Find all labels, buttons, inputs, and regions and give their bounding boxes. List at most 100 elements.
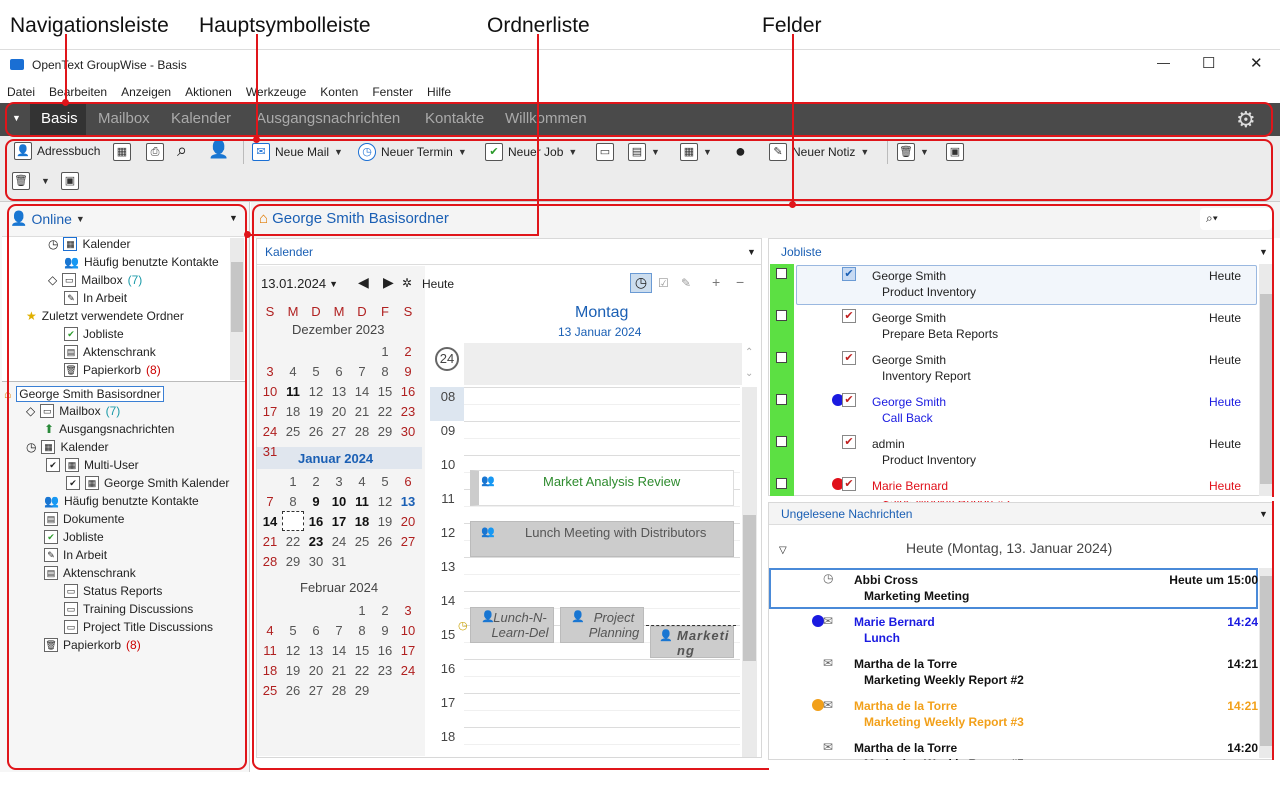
calendar-day[interactable]: 23 (397, 404, 419, 419)
home-folder[interactable]: ⌂ George Smith Basisordner (4, 386, 164, 402)
calendar-day[interactable]: 1 (282, 474, 304, 489)
checkbox-icon[interactable]: ✔ (66, 476, 80, 490)
search-icon[interactable]: ⌕ (177, 140, 187, 161)
calendar-day[interactable]: 21 (328, 663, 350, 678)
calendar-day[interactable]: 20 (328, 404, 350, 419)
calendar-day[interactable]: 11 (282, 384, 304, 399)
dayview-scrollbar[interactable] (742, 387, 757, 757)
menu-aktionen[interactable]: Aktionen (178, 81, 239, 99)
group-collapse-icon[interactable]: ▽ (779, 545, 787, 556)
print-icon[interactable]: ⎙ (146, 143, 164, 161)
appointment-lunch-n-learn[interactable]: 👤 Lunch-N-Learn-Del (470, 607, 554, 643)
calendar-day[interactable]: 21 (259, 534, 281, 549)
calendar-view-icon[interactable]: ▦ (113, 143, 131, 161)
unread-menu-icon[interactable]: ▼ (1259, 509, 1268, 519)
calendar-day[interactable]: 19 (282, 663, 304, 678)
calendar-day[interactable]: 27 (328, 424, 350, 439)
folder-item[interactable]: ⬆ Ausgangsnachrichten (44, 422, 174, 436)
calendar-day[interactable]: 26 (374, 534, 396, 549)
calendar-day[interactable]: 2 (397, 344, 419, 359)
nav-tab-ausgangsnachrichten[interactable]: Ausgangsnachrichten (256, 110, 400, 127)
calendar-day[interactable]: 2 (374, 603, 396, 618)
calendar-day[interactable]: 22 (374, 404, 396, 419)
fav-item[interactable]: 🗑 Papierkorb (8) (64, 363, 161, 377)
prev-arrow-icon[interactable]: ◀ (358, 274, 369, 291)
calendar-day[interactable]: 24 (328, 534, 350, 549)
calendar-day[interactable]: 3 (259, 364, 281, 379)
calendar-day[interactable]: 10 (397, 623, 419, 638)
joblist-scrollbar[interactable] (1259, 264, 1273, 496)
calendar-day[interactable]: 16 (305, 514, 327, 529)
calendar-day[interactable]: 8 (351, 623, 373, 638)
grid-view-icon[interactable]: ▦ (680, 143, 698, 161)
calendar-day[interactable]: 17 (328, 514, 350, 529)
calendar-day[interactable]: 14 (351, 384, 373, 399)
new-appointment-dropdown-icon[interactable]: ▼ (458, 147, 467, 157)
find-user-icon[interactable]: 👤 (208, 140, 229, 160)
job-row[interactable]: ✔ George Smith Product Inventory Heute (772, 266, 1260, 308)
calendar-day[interactable]: 6 (305, 623, 327, 638)
calendar-day[interactable]: 23 (305, 534, 327, 549)
calendar-day[interactable]: 28 (259, 554, 281, 569)
appointment-lunch-meeting[interactable]: 👥 Lunch Meeting with Distributors (470, 521, 734, 557)
layout-icon[interactable]: ▤ (628, 143, 646, 161)
today-button[interactable]: Heute (422, 277, 454, 291)
calendar-day[interactable]: 12 (374, 494, 396, 509)
message-row[interactable]: ◷ Abbi Cross Marketing Meeting Heute um 15:… (768, 570, 1258, 612)
calendar-day[interactable]: 9 (305, 494, 327, 509)
message-row[interactable]: ✉ Martha de la Torre Marketing Weekly Repo… (768, 696, 1258, 738)
fav-item[interactable]: ◇ ▭ Mailbox (7) (48, 273, 142, 287)
folder-item[interactable]: 🗑 Papierkorb (8) (44, 638, 141, 652)
menu-anzeigen[interactable]: Anzeigen (114, 81, 178, 99)
calendar-day[interactable]: 15 (351, 643, 373, 658)
screen-icon[interactable]: ▣ (946, 143, 964, 161)
menu-werkzeuge[interactable]: Werkzeuge (239, 81, 313, 99)
calendar-day[interactable]: 6 (397, 474, 419, 489)
calendar-day[interactable]: 22 (282, 534, 304, 549)
nav-tab-willkommen[interactable]: Willkommen (505, 110, 587, 127)
appointment-filter-icon[interactable]: ◷ (630, 273, 652, 293)
calendar-day[interactable]: 8 (374, 364, 396, 379)
folder-item[interactable]: ✔ ▦ Multi-User (46, 458, 139, 472)
calendar-day[interactable]: 21 (351, 404, 373, 419)
next-arrow-icon[interactable]: ▶ (383, 274, 394, 291)
job-row[interactable]: ✔ George Smith Inventory Report Heute (772, 350, 1260, 392)
calendar-day[interactable]: 11 (259, 643, 281, 658)
job-row[interactable]: ✔ George Smith Call Back Heute (772, 392, 1260, 434)
calendar-day[interactable]: 25 (259, 683, 281, 698)
calendar-day[interactable]: 31 (259, 444, 281, 459)
online-mode-selector[interactable]: 👤 Online ▼ (10, 210, 85, 227)
reading-pane-icon[interactable]: ▭ (596, 143, 614, 161)
menu-hilfe[interactable]: Hilfe (420, 81, 458, 99)
calendar-day[interactable]: 30 (305, 554, 327, 569)
new-mail-button[interactable]: ✉ Neue Mail ▼ (252, 143, 343, 161)
calendar-day[interactable]: 2 (305, 474, 327, 489)
calendar-day[interactable]: 10 (259, 384, 281, 399)
calendar-panel-menu-icon[interactable]: ▼ (747, 247, 756, 257)
calendar-day[interactable]: 17 (259, 404, 281, 419)
left-pane-menu-icon[interactable]: ▼ (229, 213, 238, 223)
calendar-day[interactable]: 18 (259, 663, 281, 678)
grid-view-dropdown-icon[interactable]: ▼ (703, 147, 712, 157)
scroll-down-icon[interactable]: ⌄ (745, 368, 753, 379)
fav-item[interactable]: ✎ In Arbeit (64, 291, 127, 305)
delete-dropdown-icon[interactable]: ▼ (920, 147, 929, 157)
all-day-area[interactable] (464, 343, 742, 385)
job-checkbox[interactable] (776, 310, 787, 321)
delete-dropdown-icon-2[interactable]: ▼ (41, 176, 50, 186)
folder-item[interactable]: ▭ Status Reports (64, 584, 162, 598)
calendar-day[interactable]: 22 (351, 663, 373, 678)
calendar-day[interactable]: 24 (259, 424, 281, 439)
calendar-day[interactable]: 7 (328, 623, 350, 638)
calendar-day[interactable]: 30 (397, 424, 419, 439)
unread-scrollbar[interactable] (1259, 568, 1273, 758)
calendar-day[interactable]: 28 (351, 424, 373, 439)
job-checkbox[interactable] (776, 352, 787, 363)
fav-item[interactable]: ★ Zuletzt verwendete Ordner (26, 309, 184, 323)
calendar-day[interactable]: 8 (282, 494, 304, 509)
today-icon[interactable]: ✲ (402, 276, 412, 290)
message-row[interactable]: ✉ Marie Bernard Lunch 14:24 (768, 612, 1258, 654)
calendar-day[interactable]: 10 (328, 494, 350, 509)
search-box[interactable]: ⌕▾ (1200, 208, 1272, 230)
new-mail-dropdown-icon[interactable]: ▼ (334, 147, 343, 157)
